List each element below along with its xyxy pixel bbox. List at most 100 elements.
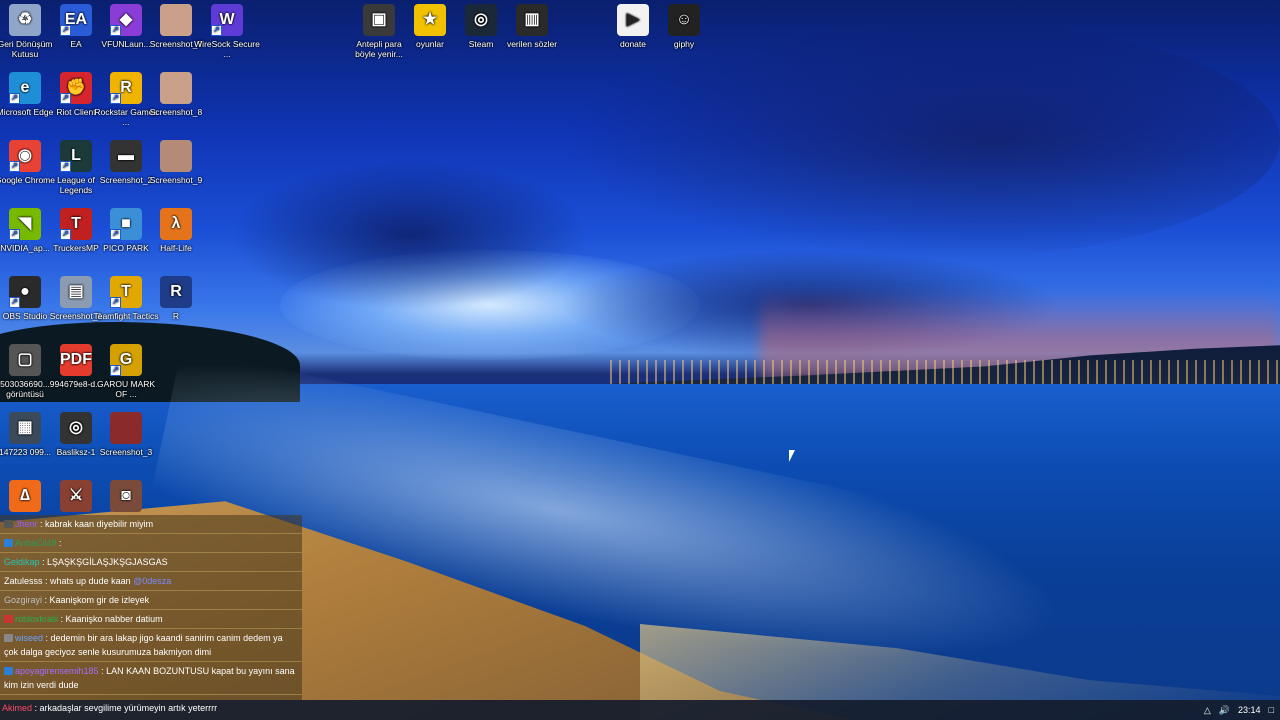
shortcut-arrow-icon: ↗ bbox=[9, 297, 20, 308]
app-photo-icon: ◙ bbox=[110, 480, 142, 512]
chat-badge-icon bbox=[4, 667, 13, 675]
chat-username[interactable]: Jhenr bbox=[15, 519, 38, 529]
chat-username[interactable]: wiseed bbox=[15, 633, 43, 643]
taskbar-chat-message: Akimed : arkadaşlar sevgilime yürümeyin … bbox=[2, 703, 218, 713]
chat-text: Kaanişko nabber datium bbox=[65, 614, 163, 624]
chat-separator: : bbox=[39, 557, 48, 567]
desktop-icon-verilen-sozler[interactable]: ▥ verilen sözler bbox=[499, 4, 565, 49]
chat-username[interactable]: Geldikap bbox=[4, 557, 40, 567]
chat-badge-icon bbox=[4, 634, 13, 642]
chat-badge-icon bbox=[4, 615, 13, 623]
recycle-bin-icon: ♻ bbox=[9, 4, 41, 36]
chat-text: LŞAŞKŞGİLAŞJKŞGJASGAS bbox=[47, 557, 168, 567]
truckersmp-icon: T ↗ bbox=[60, 208, 92, 240]
chat-username[interactable]: Gozgirayi bbox=[4, 595, 42, 605]
taskbar[interactable]: Akimed : arkadaşlar sevgilime yürümeyin … bbox=[0, 700, 1280, 720]
shortcut-arrow-icon: ↗ bbox=[60, 25, 71, 36]
chat-message: wiseed : dedemin bir ara lakap jigo kaan… bbox=[0, 629, 302, 662]
desktop-icon-screenshot-9[interactable]: Screenshot_9 bbox=[143, 140, 209, 185]
stream-chat-overlay: Jhenr : kabrak kaan diyebilir miyim AnbaC… bbox=[0, 515, 302, 700]
screenshot-8-icon bbox=[160, 72, 192, 104]
obs-studio-icon: ● ↗ bbox=[9, 276, 41, 308]
file-147223-icon: ▦ bbox=[9, 412, 41, 444]
chat-message: robloxkralii : Kaanişko nabber datium bbox=[0, 610, 302, 629]
chat-text: whats up dude kaan bbox=[50, 576, 131, 586]
screenshot-2-icon: ▬ bbox=[110, 140, 142, 172]
chat-message: Jhenr : kabrak kaan diyebilir miyim bbox=[0, 515, 302, 534]
desktop-icon-label: giphy bbox=[673, 39, 695, 49]
chat-message: apoyagirensemih185 : LAN KAAN BOZUNTUSU … bbox=[0, 662, 302, 695]
screenshot-3-icon bbox=[110, 412, 142, 444]
half-life-icon: λ bbox=[160, 208, 192, 240]
google-chrome-icon: ◉ ↗ bbox=[9, 140, 41, 172]
basliksiz-1-icon: ◎ bbox=[60, 412, 92, 444]
desktop-icon-label: WireSock Secure ... bbox=[194, 39, 260, 59]
chat-username[interactable]: robloxkralii bbox=[15, 614, 58, 624]
league-of-legends-icon: L ↗ bbox=[60, 140, 92, 172]
desktop-icon-half-life[interactable]: λ Half-Life bbox=[143, 208, 209, 253]
shortcut-arrow-icon: ↗ bbox=[110, 93, 121, 104]
steam-icon: ◎ bbox=[465, 4, 497, 36]
garou-icon: G ↗ bbox=[110, 344, 142, 376]
desktop-icon-label: Screenshot_3 bbox=[99, 447, 153, 457]
desktop-icon-label: Half-Life bbox=[160, 243, 192, 253]
antepli-icon: ▣ bbox=[363, 4, 395, 36]
volume-icon[interactable]: 🔊 bbox=[1219, 705, 1230, 716]
chat-mention: @0desza bbox=[133, 576, 172, 586]
taskbar-chat-user: Akimed bbox=[2, 703, 33, 713]
pdf-icon: PDF bbox=[60, 344, 92, 376]
chat-separator: : bbox=[58, 614, 66, 624]
chat-separator: : bbox=[56, 538, 62, 548]
chat-separator: : bbox=[98, 666, 107, 676]
chat-separator: : bbox=[42, 595, 50, 605]
shortcut-arrow-icon: ↗ bbox=[60, 229, 71, 240]
chat-username[interactable]: Zatulesss bbox=[4, 576, 43, 586]
goruntusu-icon: ▢ bbox=[9, 344, 41, 376]
mouse-cursor-icon bbox=[789, 450, 801, 462]
donate-icon: ▶ bbox=[617, 4, 649, 36]
microsoft-edge-icon: e ↗ bbox=[9, 72, 41, 104]
chat-message: Geldikap : LŞAŞKŞGİLAŞJKŞGJASGAS bbox=[0, 553, 302, 572]
chevron-up-icon[interactable]: △ bbox=[1204, 705, 1211, 716]
desktop-icon-screenshot-8[interactable]: Screenshot_8 bbox=[143, 72, 209, 117]
shortcut-arrow-icon: ↗ bbox=[9, 161, 20, 172]
pico-park-icon: ■ ↗ bbox=[110, 208, 142, 240]
desktop-icon-wiresock[interactable]: W ↗ WireSock Secure ... bbox=[194, 4, 260, 59]
chat-text: Kaanişkom gir de izleyek bbox=[49, 595, 150, 605]
teamfight-tactics-icon: T ↗ bbox=[110, 276, 142, 308]
screenshot-7-icon bbox=[160, 4, 192, 36]
shortcut-arrow-icon: ↗ bbox=[110, 297, 121, 308]
wiresock-icon: W ↗ bbox=[211, 4, 243, 36]
shortcut-arrow-icon: ↗ bbox=[9, 93, 20, 104]
shortcut-arrow-icon: ↗ bbox=[211, 25, 222, 36]
desktop-icon-label: Screenshot_8 bbox=[149, 107, 203, 117]
clock[interactable]: 23:14 bbox=[1238, 705, 1261, 715]
chat-badge-icon bbox=[4, 539, 13, 547]
chat-username[interactable]: AnbaCil49 bbox=[15, 538, 57, 548]
desktop-icon-screenshot-3[interactable]: Screenshot_3 bbox=[93, 412, 159, 457]
shortcut-arrow-icon: ↗ bbox=[110, 25, 121, 36]
chat-message: Gozgirayi : Kaanişkom gir de izleyek bbox=[0, 591, 302, 610]
desktop-icon-label: GAROU MARK OF ... bbox=[96, 379, 156, 399]
chat-badge-icon bbox=[4, 520, 13, 528]
desktop-icon-r[interactable]: RR bbox=[143, 276, 209, 321]
system-tray[interactable]: △ 🔊 23:14 □ bbox=[1204, 700, 1274, 720]
desktop-icon-giphy[interactable]: ☺ giphy bbox=[651, 4, 717, 49]
chat-message: Zatulesss : whats up dude kaan @0desza bbox=[0, 572, 302, 591]
desktop-icon-app-photo[interactable]: ◙ bbox=[93, 480, 159, 515]
chat-username[interactable]: apoyagirensemih185 bbox=[15, 666, 99, 676]
screenshot-1-icon: ▤ bbox=[60, 276, 92, 308]
app-game-icon: ⚔ bbox=[60, 480, 92, 512]
screenshot-9-icon bbox=[160, 140, 192, 172]
nvidia-icon: ◥ ↗ bbox=[9, 208, 41, 240]
rockstar-icon: R ↗ bbox=[110, 72, 142, 104]
chat-separator: : bbox=[42, 576, 51, 586]
notification-icon[interactable]: □ bbox=[1269, 705, 1274, 715]
desktop-icon-label: Screenshot_9 bbox=[149, 175, 203, 185]
riot-client-icon: ✊ ↗ bbox=[60, 72, 92, 104]
desktop-icon-garou[interactable]: G ↗ GAROU MARK OF ... bbox=[93, 344, 159, 399]
chat-text: kabrak kaan diyebilir miyim bbox=[45, 519, 154, 529]
taskbar-chat-text: arkadaşlar sevgilime yürümeyin artık yet… bbox=[39, 703, 218, 713]
oyunlar-icon: ★ bbox=[414, 4, 446, 36]
shortcut-arrow-icon: ↗ bbox=[60, 93, 71, 104]
